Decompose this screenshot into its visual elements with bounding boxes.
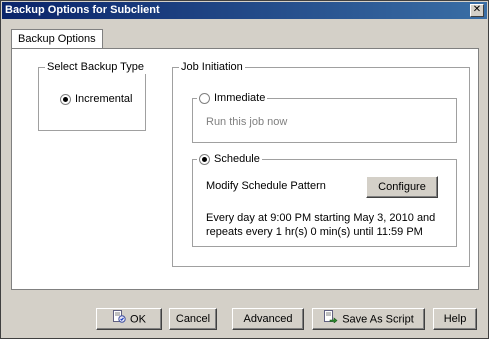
script-arrow-icon (323, 309, 338, 330)
window-title: Backup Options for Subclient (5, 4, 160, 16)
save-as-script-label: Save As Script (342, 313, 414, 326)
immediate-description: Run this job now (206, 116, 288, 128)
configure-button[interactable]: Configure (366, 176, 438, 198)
backup-type-legend: Select Backup Type (45, 60, 147, 74)
immediate-group: Immediate Run this job now (192, 91, 457, 143)
backup-options-dialog: Backup Options for Subclient ✕ Backup Op… (0, 0, 489, 339)
close-button[interactable]: ✕ (470, 4, 484, 17)
close-icon: ✕ (472, 4, 482, 15)
schedule-summary-line1: Every day at 9:00 PM starting May 3, 201… (206, 212, 436, 224)
advanced-button[interactable]: Advanced (232, 308, 304, 330)
cancel-button[interactable]: Cancel (169, 308, 217, 330)
ok-button[interactable]: OK (96, 308, 162, 330)
cancel-label: Cancel (175, 313, 211, 325)
job-initiation-legend: Job Initiation (179, 60, 245, 74)
schedule-summary-line2: repeats every 1 hr(s) 0 min(s) until 11:… (206, 226, 423, 238)
immediate-label: Immediate (214, 92, 266, 105)
help-button[interactable]: Help (433, 308, 477, 330)
advanced-label: Advanced (243, 313, 293, 325)
schedule-radio[interactable] (199, 153, 210, 165)
incremental-option[interactable]: Incremental (60, 93, 132, 105)
schedule-pattern-label: Modify Schedule Pattern (206, 180, 326, 192)
configure-label: Configure (378, 181, 426, 193)
tab-backup-options[interactable]: Backup Options (11, 29, 103, 49)
schedule-option[interactable]: Schedule (197, 152, 262, 167)
incremental-radio[interactable] (60, 93, 71, 105)
backup-type-group: Select Backup Type Incremental (38, 60, 147, 131)
immediate-radio[interactable] (199, 92, 210, 104)
backup-options-panel: Select Backup Type Incremental Job Initi… (11, 48, 479, 290)
incremental-label: Incremental (75, 93, 133, 106)
ok-label: OK (130, 313, 146, 326)
ok-document-icon (112, 309, 126, 330)
tab-label: Backup Options (18, 33, 96, 45)
immediate-option[interactable]: Immediate (197, 91, 268, 106)
schedule-label: Schedule (214, 153, 260, 166)
title-bar: Backup Options for Subclient ✕ (2, 2, 487, 19)
help-label: Help (443, 313, 467, 325)
job-initiation-group: Job Initiation Immediate Run this job no… (172, 60, 470, 267)
save-as-script-button[interactable]: Save As Script (312, 308, 425, 330)
schedule-group: Schedule Modify Schedule Pattern Configu… (192, 152, 457, 247)
